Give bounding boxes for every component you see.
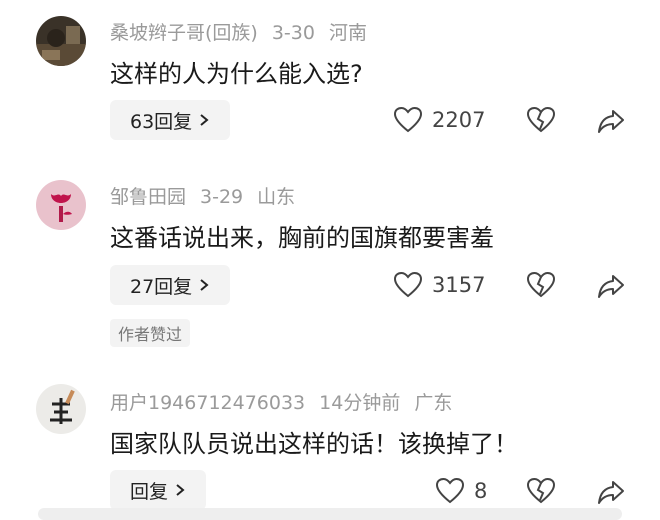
username[interactable]: 用户1946712476033 [110,392,305,414]
dislike-button[interactable] [527,272,555,298]
like-button[interactable]: 3157 [394,272,485,298]
comment-date: 3-30 [271,22,315,44]
reply-label: 27回复 [130,275,193,298]
comment-date: 14分钟前 [319,392,401,414]
reply-label: 回复 [130,480,169,503]
like-count: 3157 [432,273,486,297]
reply-button[interactable]: 回复 [110,470,207,510]
chevron-right-icon [200,114,209,126]
comment-location: 广东 [414,392,453,414]
share-button[interactable] [597,108,625,134]
comment-location: 河南 [328,22,367,44]
heart-icon [436,478,464,504]
like-count: 2207 [432,108,486,132]
avatar[interactable] [36,384,86,434]
comment-date: 3-29 [200,186,244,208]
reply-button[interactable]: 27回复 [110,265,231,305]
dislike-button[interactable] [527,478,555,504]
author-liked-badge: 作者赞过 [110,319,191,347]
heart-icon [394,107,422,133]
share-button[interactable] [597,273,625,299]
bottom-divider [38,508,622,520]
comment-meta: 邹鲁田园 3-29 山东 [110,182,309,209]
chevron-right-icon [176,484,185,496]
broken-heart-icon [527,107,555,133]
reply-button[interactable]: 63回复 [110,100,231,140]
comment-location: 山东 [257,186,296,208]
share-button[interactable] [597,479,625,505]
broken-heart-icon [527,478,555,504]
comment-meta: 用户1946712476033 14分钟前 广东 [110,388,466,415]
like-count: 8 [474,479,488,503]
avatar[interactable] [36,180,86,230]
broken-heart-icon [527,272,555,298]
dislike-button[interactable] [527,107,555,133]
avatar[interactable] [36,16,86,66]
reply-label: 63回复 [130,110,193,133]
comment-text: 这番话说出来，胸前的国旗都要害羞 [110,224,494,252]
share-arrow-icon [598,110,624,133]
username[interactable]: 邹鲁田园 [110,186,186,208]
chevron-right-icon [200,279,209,291]
comment-text: 国家队队员说出这样的话！该换掉了！ [110,430,518,458]
share-arrow-icon [598,481,624,504]
share-arrow-icon [598,275,624,298]
like-button[interactable]: 2207 [394,107,485,133]
comment-text: 这样的人为什么能入选? [110,60,363,88]
like-button[interactable]: 8 [436,478,487,504]
comment-meta: 桑坡辫子哥(回族) 3-30 河南 [110,18,381,45]
username[interactable]: 桑坡辫子哥(回族) [110,22,258,44]
heart-icon [394,272,422,298]
